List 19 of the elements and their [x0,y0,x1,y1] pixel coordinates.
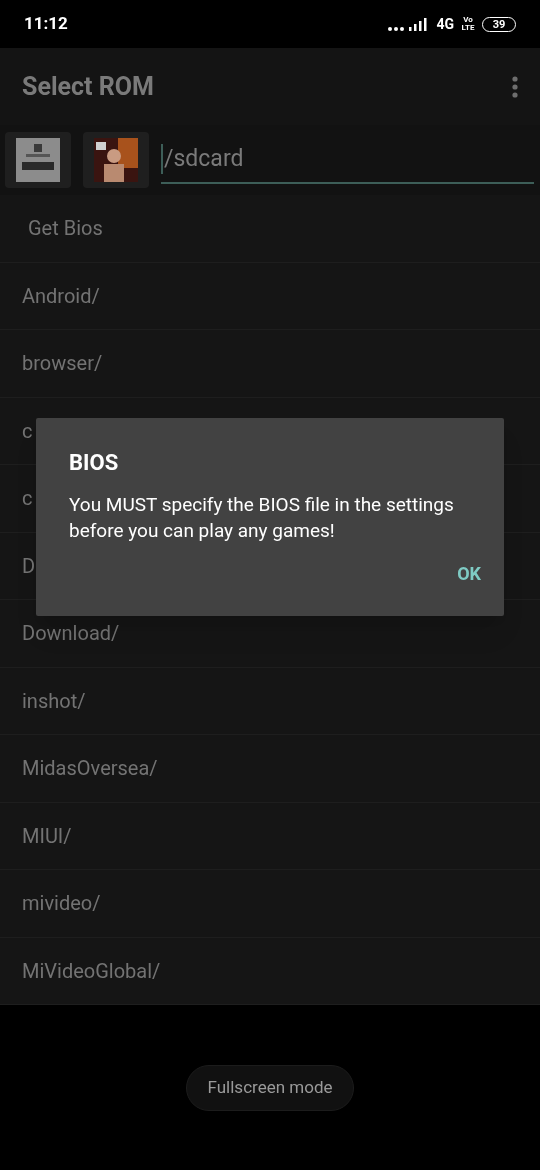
ok-button[interactable]: OK [451,554,487,593]
dialog-message: You MUST specify the BIOS file in the settings before you can play any games! [69,492,455,544]
fullscreen-mode-button[interactable]: Fullscreen mode [185,1065,355,1111]
dialog-title: BIOS [69,449,120,477]
folder-item[interactable]: browser/ [0,330,540,398]
network-type: 4G [436,14,454,34]
folder-item[interactable]: MIUI/ [0,802,540,870]
folder-item[interactable]: inshot/ [0,667,540,735]
volte-label: Vo LTE [460,16,476,32]
get-bios-item[interactable]: Get Bios [0,195,540,263]
thumbnail-button[interactable] [83,132,149,188]
thumbnail-button[interactable] [5,132,71,188]
status-time: 11:12 [24,12,68,36]
folder-item[interactable]: MiVideoGlobal/ [0,937,540,1005]
folder-item[interactable]: mivideo/ [0,870,540,938]
app-title: Select ROM [22,70,154,103]
folder-item[interactable]: Android/ [0,262,540,330]
more-menu-icon[interactable] [512,75,518,98]
folder-item[interactable]: MidasOversea/ [0,735,540,803]
